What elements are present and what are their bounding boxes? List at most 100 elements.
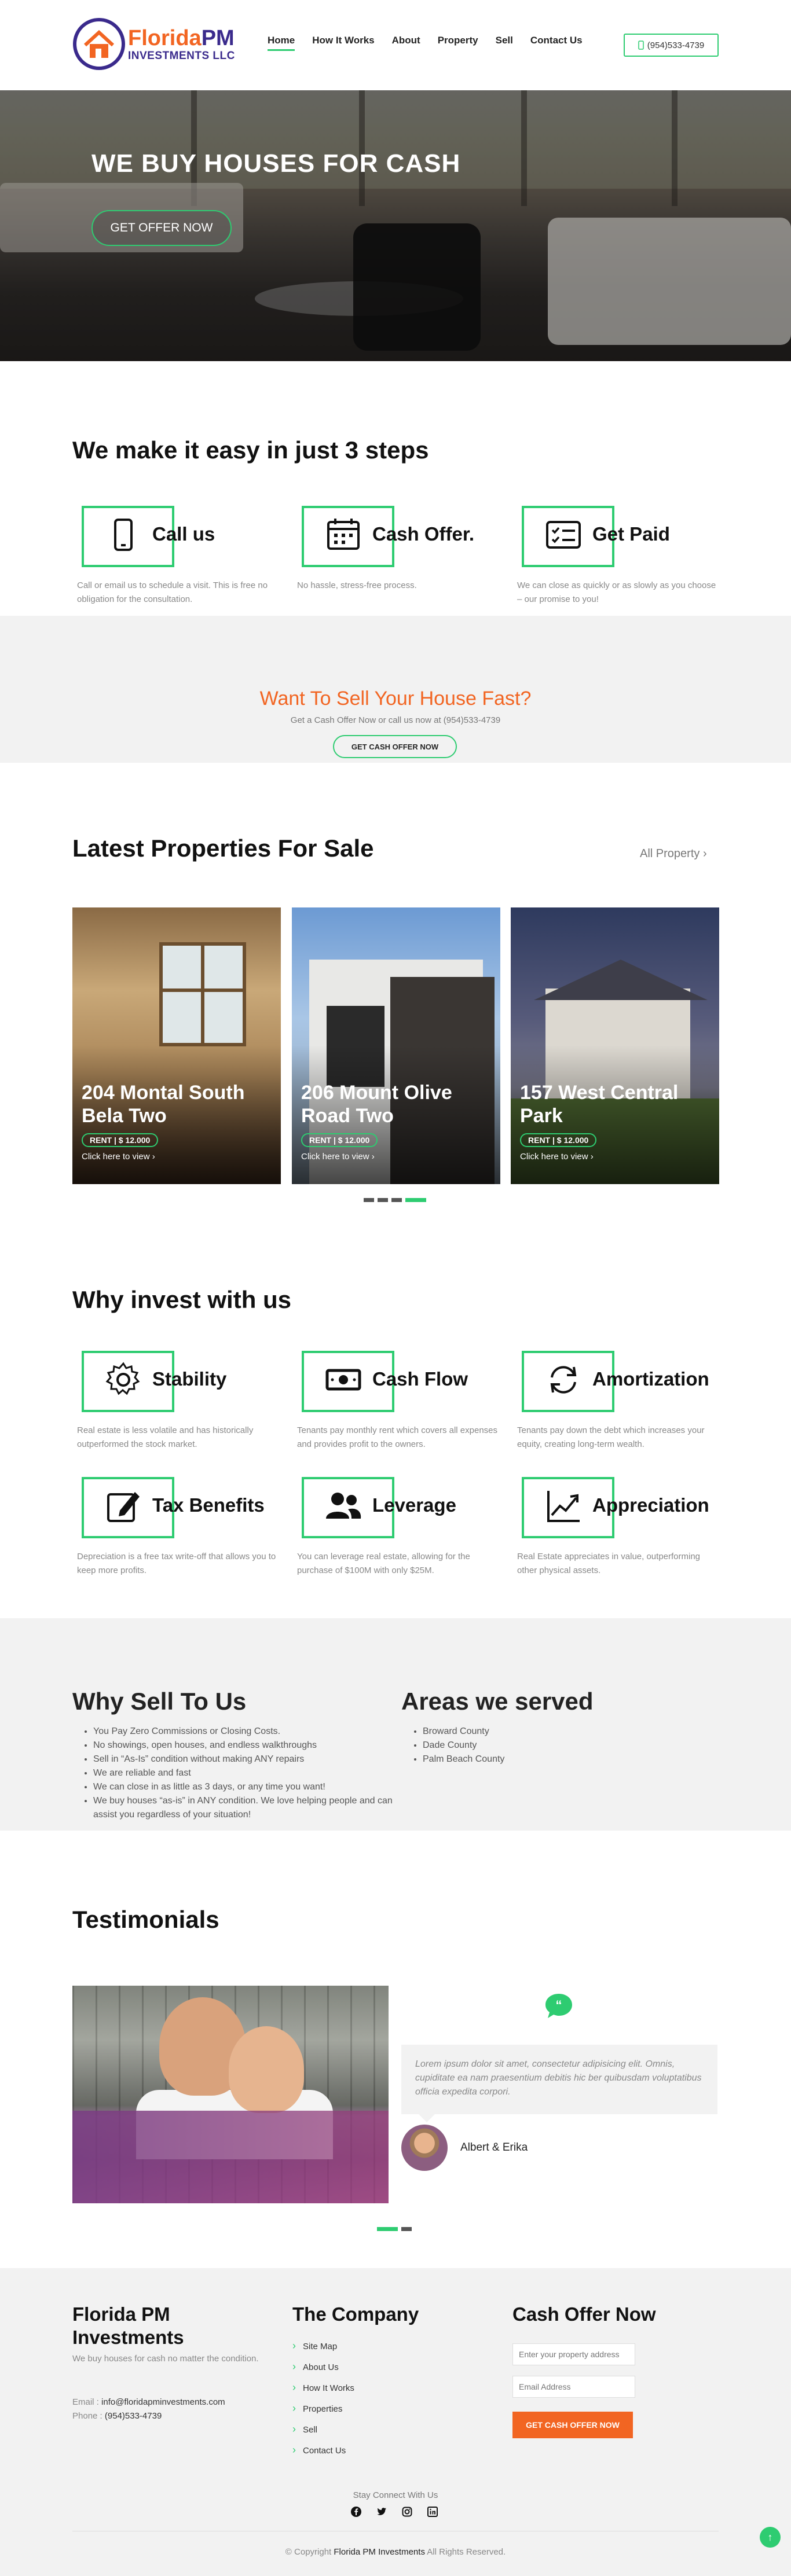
list-item: Dade County xyxy=(423,1739,643,1752)
list-item: We can close in as little as 3 days, or … xyxy=(93,1780,394,1794)
steps-title: We make it easy in just 3 steps xyxy=(72,436,429,464)
list-item: Palm Beach County xyxy=(423,1752,643,1766)
testimonial-author: Albert & Erika xyxy=(460,2141,528,2154)
invest-title: Why invest with us xyxy=(72,1286,292,1313)
nav-sell[interactable]: Sell xyxy=(496,35,513,51)
scroll-to-top-button[interactable]: ↑ xyxy=(760,2527,781,2548)
invest-desc: Tenants pay monthly rent which covers al… xyxy=(297,1425,498,1449)
logo[interactable]: FloridaPM INVESTMENTS LLC xyxy=(72,17,235,71)
step-title: Get Paid xyxy=(592,523,670,545)
linkedin-icon[interactable] xyxy=(426,2505,439,2518)
refresh-icon xyxy=(550,1366,577,1394)
property-view-link[interactable]: Click here to view › xyxy=(301,1152,375,1162)
avatar xyxy=(401,2125,448,2171)
carousel-dots xyxy=(364,1198,426,1202)
footer-links: Site Map About Us How It Works Propertie… xyxy=(292,2335,354,2460)
twitter-icon[interactable] xyxy=(375,2505,388,2518)
why-sell-section: Why Sell To Us You Pay Zero Commissions … xyxy=(0,1618,791,1831)
nav-property[interactable]: Property xyxy=(438,35,478,51)
footer-email-link[interactable]: info@floridapminvestments.com xyxy=(101,2397,225,2407)
footer-link-contact-us[interactable]: Contact Us xyxy=(292,2439,354,2460)
all-property-link[interactable]: All Property › xyxy=(640,847,707,861)
list-item: Broward County xyxy=(423,1725,643,1739)
hero-banner: WE BUY HOUSES FOR CASH GET OFFER NOW xyxy=(0,90,791,361)
testimonial-dots xyxy=(377,2227,412,2231)
footer-brand-title: Florida PM Investments xyxy=(72,2303,184,2348)
chevron-right-icon: › xyxy=(702,847,707,860)
footer-link-site-map[interactable]: Site Map xyxy=(292,2335,354,2356)
cash-icon xyxy=(325,1369,361,1391)
property-view-label: Click here to view xyxy=(520,1152,588,1162)
property-card[interactable]: 204 Montal South Bela Two RENT | $ 12.00… xyxy=(72,907,281,1184)
property-view-label: Click here to view xyxy=(301,1152,369,1162)
hero-get-offer-button[interactable]: GET OFFER NOW xyxy=(91,210,232,246)
properties-title: Latest Properties For Sale xyxy=(72,835,374,862)
footer-link-how-it-works[interactable]: How It Works xyxy=(292,2377,354,2398)
carousel-dot[interactable] xyxy=(401,2227,412,2231)
social-links xyxy=(350,2505,439,2518)
footer-link-properties[interactable]: Properties xyxy=(292,2398,354,2419)
footer-phone-link[interactable]: (954)533-4739 xyxy=(105,2411,162,2421)
nav-how-it-works[interactable]: How It Works xyxy=(312,35,374,51)
footer-about: We buy houses for cash no matter the con… xyxy=(72,2354,259,2364)
property-title: 206 Mount Olive Road Two xyxy=(301,1082,452,1127)
footer-contact: Email : info@floridapminvestments.com Ph… xyxy=(72,2395,225,2423)
property-view-label: Click here to view xyxy=(82,1152,150,1162)
cta-get-cash-offer-button[interactable]: GET CASH OFFER NOW xyxy=(333,735,457,758)
property-card[interactable]: 206 Mount Olive Road Two RENT | $ 12.000… xyxy=(292,907,500,1184)
brand-subtitle: INVESTMENTS LLC xyxy=(128,49,235,62)
footer-link-sell[interactable]: Sell xyxy=(292,2419,354,2439)
site-footer: Florida PM Investments We buy houses for… xyxy=(0,2268,791,2576)
copyright-brand: Florida PM Investments xyxy=(334,2547,425,2557)
phone-label: Phone : xyxy=(72,2411,105,2421)
cta-text: Get a Cash Offer Now or call us now at (… xyxy=(290,715,501,725)
copyright-suffix: All Rights Reserved. xyxy=(424,2547,506,2557)
property-view-link[interactable]: Click here to view › xyxy=(82,1152,155,1162)
invest-title-label: Leverage xyxy=(372,1494,456,1516)
property-card[interactable]: 157 West Central Park RENT | $ 12.000 Cl… xyxy=(511,907,719,1184)
copyright: © Copyright Florida PM Investments All R… xyxy=(0,2547,791,2557)
chart-line-icon xyxy=(547,1491,580,1522)
cta-title: Want To Sell Your House Fast? xyxy=(259,688,532,710)
list-item: We buy houses “as-is” in ANY condition. … xyxy=(93,1794,394,1822)
nav-home[interactable]: Home xyxy=(268,35,295,51)
quote-bubble-icon: “ xyxy=(545,1994,572,2018)
invest-desc: Depreciation is a free tax write-off tha… xyxy=(77,1552,276,1575)
areas-list: Broward County Dade County Palm Beach Co… xyxy=(411,1725,643,1766)
nav-contact-us[interactable]: Contact Us xyxy=(530,35,583,51)
list-item: No showings, open houses, and endless wa… xyxy=(93,1739,394,1752)
steps-section: We make it easy in just 3 steps Call us … xyxy=(0,361,791,616)
header-phone-button[interactable]: (954)533-4739 xyxy=(624,34,719,57)
brand-name-part1: Florida xyxy=(128,25,202,50)
calendar-icon xyxy=(327,519,360,550)
email-input[interactable] xyxy=(512,2376,635,2398)
carousel-dot[interactable] xyxy=(378,1198,388,1202)
instagram-icon[interactable] xyxy=(401,2505,413,2518)
footer-company-title: The Company xyxy=(292,2303,419,2325)
property-view-link[interactable]: Click here to view › xyxy=(520,1152,594,1162)
facebook-icon[interactable] xyxy=(350,2505,362,2518)
site-header: FloridaPM INVESTMENTS LLC Home How It Wo… xyxy=(0,0,791,90)
invest-desc: Tenants pay down the debt which increase… xyxy=(517,1425,705,1449)
footer-offer-title: Cash Offer Now xyxy=(512,2303,656,2325)
step-desc: No hassle, stress-free process. xyxy=(297,580,417,590)
checklist-icon xyxy=(546,521,581,549)
nav-about[interactable]: About xyxy=(392,35,420,51)
mobile-icon xyxy=(638,41,644,50)
footer-link-about-us[interactable]: About Us xyxy=(292,2356,354,2377)
property-rent-badge: RENT | $ 12.000 xyxy=(301,1133,378,1147)
list-item: You Pay Zero Commissions or Closing Cost… xyxy=(93,1725,394,1739)
arrow-up-icon: ↑ xyxy=(767,2531,773,2543)
carousel-dot[interactable] xyxy=(391,1198,402,1202)
carousel-dot-active[interactable] xyxy=(405,1198,426,1202)
property-address-input[interactable] xyxy=(512,2343,635,2365)
carousel-dot[interactable] xyxy=(364,1198,374,1202)
testimonial-photo xyxy=(72,1986,389,2203)
chevron-right-icon: › xyxy=(152,1152,155,1162)
step-title: Call us xyxy=(152,523,215,545)
property-rent-badge: RENT | $ 12.000 xyxy=(520,1133,597,1147)
all-property-label: All Property xyxy=(640,847,700,860)
hero-title: WE BUY HOUSES FOR CASH xyxy=(91,149,461,178)
carousel-dot-active[interactable] xyxy=(377,2227,398,2231)
footer-get-cash-offer-button[interactable]: GET CASH OFFER NOW xyxy=(512,2412,633,2438)
